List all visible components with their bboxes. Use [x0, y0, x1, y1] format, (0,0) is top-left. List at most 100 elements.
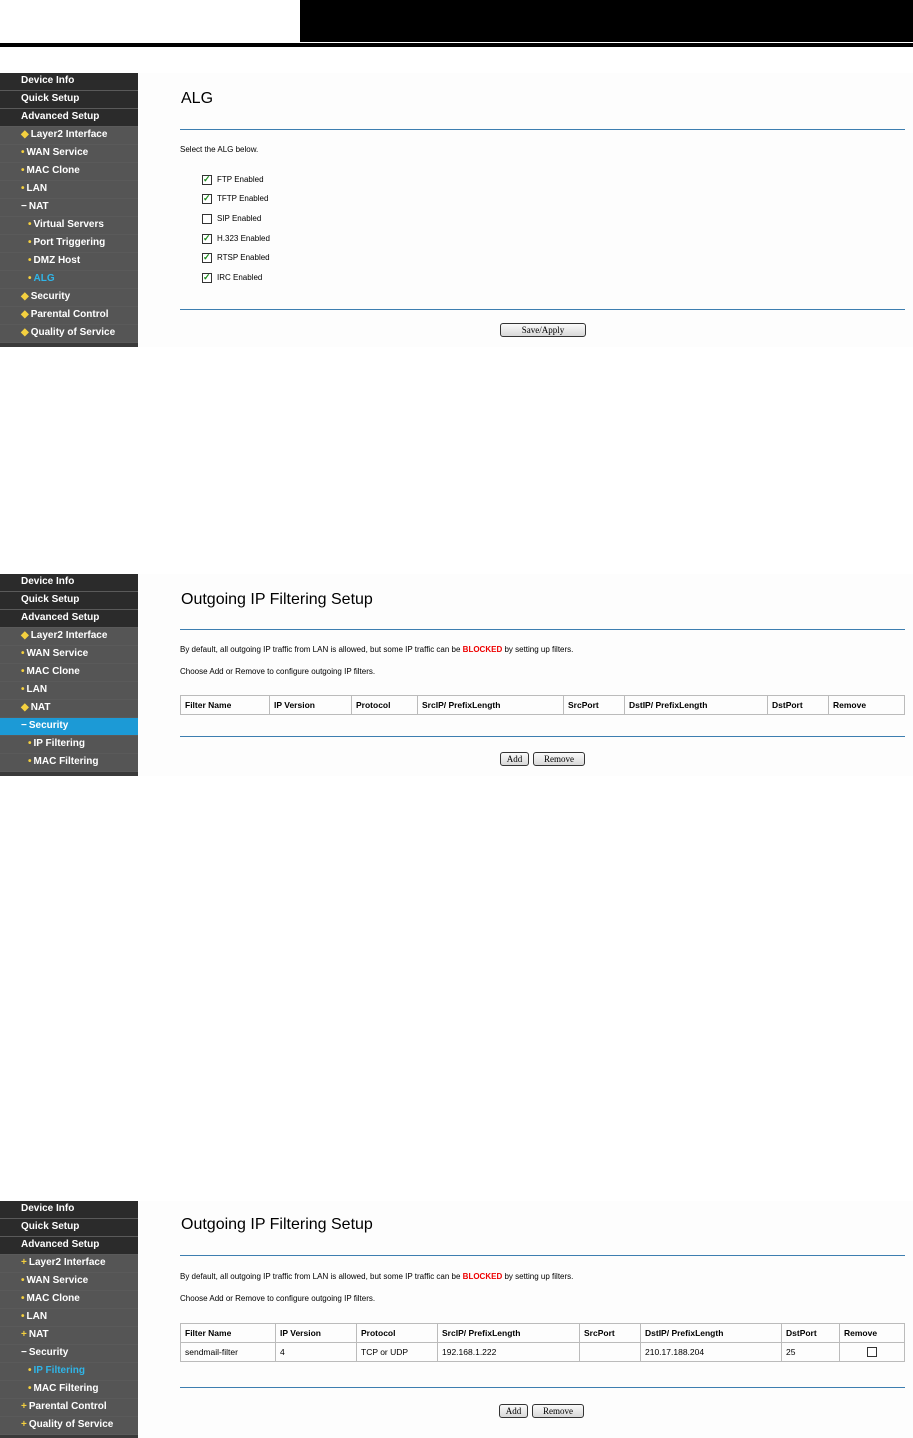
bullet-icon: ◆	[21, 702, 29, 713]
header-black-tab	[300, 0, 913, 42]
sidebar-item-ip-filtering[interactable]: • IP Filtering	[0, 1363, 138, 1381]
sidebar-item-dmz-host[interactable]: • DMZ Host	[0, 253, 138, 271]
filter-table: Filter Name IP Version Protocol SrcIP/ P…	[180, 1323, 905, 1362]
table-header-row: Filter Name IP Version Protocol SrcIP/ P…	[180, 695, 905, 715]
bullet-icon: •	[28, 273, 32, 284]
ip-filtering-filled-screenshot: Device Info Quick Setup Advanced Setup +…	[0, 1201, 913, 1438]
divider	[180, 309, 905, 310]
plus-icon: +	[21, 1419, 27, 1430]
col-src-port: SrcPort	[563, 695, 625, 715]
cell-dst-ip: 210.17.188.204	[640, 1342, 782, 1362]
bullet-icon: •	[21, 1311, 25, 1322]
sidebar-item-quick-setup[interactable]: Quick Setup	[0, 1219, 138, 1237]
cell-src-ip: 192.168.1.222	[437, 1342, 580, 1362]
sidebar-item-nat[interactable]: + NAT	[0, 1327, 138, 1345]
sidebar-item-mac-clone[interactable]: • MAC Clone	[0, 664, 138, 682]
sidebar-item-layer2-interface[interactable]: + Layer2 Interface	[0, 1255, 138, 1273]
alg-screenshot: Device Info Quick Setup Advanced Setup ◆…	[0, 73, 913, 347]
sidebar-item-lan[interactable]: • LAN	[0, 682, 138, 700]
sidebar-item-parental-control[interactable]: + Parental Control	[0, 1399, 138, 1417]
save-apply-button[interactable]: Save/Apply	[500, 323, 586, 337]
cell-remove	[839, 1342, 905, 1362]
page-title: Outgoing IP Filtering Setup	[181, 591, 373, 608]
alg-option-ftp: FTP Enabled	[202, 173, 264, 186]
add-button[interactable]: Add	[499, 1404, 528, 1418]
irc-checkbox[interactable]	[202, 271, 212, 283]
cell-filter-name: sendmail-filter	[180, 1342, 276, 1362]
sidebar-item-security[interactable]: − Security	[0, 1345, 138, 1363]
sidebar-item-mac-clone[interactable]: • MAC Clone	[0, 163, 138, 181]
blocked-label: BLOCKED	[462, 1272, 503, 1281]
sidebar-item-layer2-interface[interactable]: ◆ Layer2 Interface	[0, 628, 138, 646]
rtsp-checkbox[interactable]	[202, 251, 212, 263]
sidebar-item-device-info[interactable]: Device Info	[0, 574, 138, 592]
bullet-icon: •	[28, 756, 32, 767]
sidebar-item-device-info[interactable]: Device Info	[0, 1201, 138, 1219]
sidebar-item-nat[interactable]: − NAT	[0, 199, 138, 217]
sidebar-item-nat[interactable]: ◆ NAT	[0, 700, 138, 718]
sidebar-nav: Device Info Quick Setup Advanced Setup ◆…	[0, 73, 138, 347]
sidebar-item-wan-service[interactable]: • WAN Service	[0, 1273, 138, 1291]
collapse-icon: −	[21, 720, 27, 731]
cell-ip-version: 4	[275, 1342, 357, 1362]
sidebar-item-advanced-setup[interactable]: Advanced Setup	[0, 1237, 138, 1255]
sidebar-item-mac-clone[interactable]: • MAC Clone	[0, 1291, 138, 1309]
col-filter-name: Filter Name	[180, 1323, 276, 1343]
main-content: ALG Select the ALG below. FTP Enabled TF…	[138, 73, 913, 347]
alg-option-sip: SIP Enabled	[202, 213, 261, 225]
intro-text: By default, all outgoing IP traffic from…	[180, 1272, 574, 1281]
remove-row-checkbox[interactable]	[867, 1347, 877, 1358]
collapse-icon: −	[21, 201, 27, 212]
table-header-row: Filter Name IP Version Protocol SrcIP/ P…	[180, 1323, 905, 1343]
alg-option-tftp: TFTP Enabled	[202, 192, 268, 205]
sidebar-item-quick-setup[interactable]: Quick Setup	[0, 91, 138, 109]
instruction-text: Choose Add or Remove to configure outgoi…	[180, 1294, 376, 1303]
bullet-icon: •	[28, 255, 32, 266]
sidebar-item-lan[interactable]: • LAN	[0, 181, 138, 199]
sidebar-item-wan-service[interactable]: • WAN Service	[0, 646, 138, 664]
main-content: Outgoing IP Filtering Setup By default, …	[138, 574, 913, 776]
sidebar-item-advanced-setup[interactable]: Advanced Setup	[0, 610, 138, 628]
sidebar-item-wan-service[interactable]: • WAN Service	[0, 145, 138, 163]
plus-icon: +	[21, 1401, 27, 1412]
remove-button[interactable]: Remove	[533, 752, 585, 766]
tftp-checkbox[interactable]	[202, 192, 212, 204]
sidebar-item-mac-filtering[interactable]: • MAC Filtering	[0, 754, 138, 772]
instruction-text: Choose Add or Remove to configure outgoi…	[180, 667, 376, 676]
bullet-icon: •	[21, 666, 25, 677]
divider	[180, 129, 905, 130]
col-dst-ip: DstIP/ PrefixLength	[624, 695, 768, 715]
sidebar-item-lan[interactable]: • LAN	[0, 1309, 138, 1327]
sidebar-item-alg[interactable]: • ALG	[0, 271, 138, 289]
divider	[180, 736, 905, 737]
sidebar-item-quality-of-service[interactable]: ◆ Quality of Service	[0, 325, 138, 343]
table-row: sendmail-filter 4 TCP or UDP 192.168.1.2…	[180, 1342, 905, 1362]
plus-icon: +	[21, 1329, 27, 1340]
sidebar-item-mac-filtering[interactable]: • MAC Filtering	[0, 1381, 138, 1399]
sidebar-item-security[interactable]: ◆ Security	[0, 289, 138, 307]
sip-checkbox[interactable]	[202, 213, 212, 224]
sidebar-item-virtual-servers[interactable]: • Virtual Servers	[0, 217, 138, 235]
divider	[180, 1255, 905, 1256]
col-remove: Remove	[839, 1323, 905, 1343]
sidebar-item-parental-control[interactable]: ◆ Parental Control	[0, 307, 138, 325]
divider	[180, 629, 905, 630]
sidebar-item-quick-setup[interactable]: Quick Setup	[0, 592, 138, 610]
sidebar-item-security[interactable]: − Security	[0, 718, 138, 736]
h323-checkbox[interactable]	[202, 232, 212, 244]
remove-button[interactable]: Remove	[532, 1404, 584, 1418]
alg-option-h323: H.323 Enabled	[202, 232, 270, 245]
sidebar-item-port-triggering[interactable]: • Port Triggering	[0, 235, 138, 253]
page-title: Outgoing IP Filtering Setup	[181, 1216, 373, 1233]
add-button[interactable]: Add	[500, 752, 529, 766]
bullet-icon: ◆	[21, 129, 29, 140]
ftp-checkbox[interactable]	[202, 173, 212, 185]
col-protocol: Protocol	[351, 695, 418, 715]
sidebar-item-device-info[interactable]: Device Info	[0, 73, 138, 91]
bullet-icon: •	[28, 738, 32, 749]
sidebar-item-layer2-interface[interactable]: ◆ Layer2 Interface	[0, 127, 138, 145]
col-dst-port: DstPort	[767, 695, 829, 715]
sidebar-item-advanced-setup[interactable]: Advanced Setup	[0, 109, 138, 127]
sidebar-item-ip-filtering[interactable]: • IP Filtering	[0, 736, 138, 754]
sidebar-item-quality-of-service[interactable]: + Quality of Service	[0, 1417, 138, 1435]
